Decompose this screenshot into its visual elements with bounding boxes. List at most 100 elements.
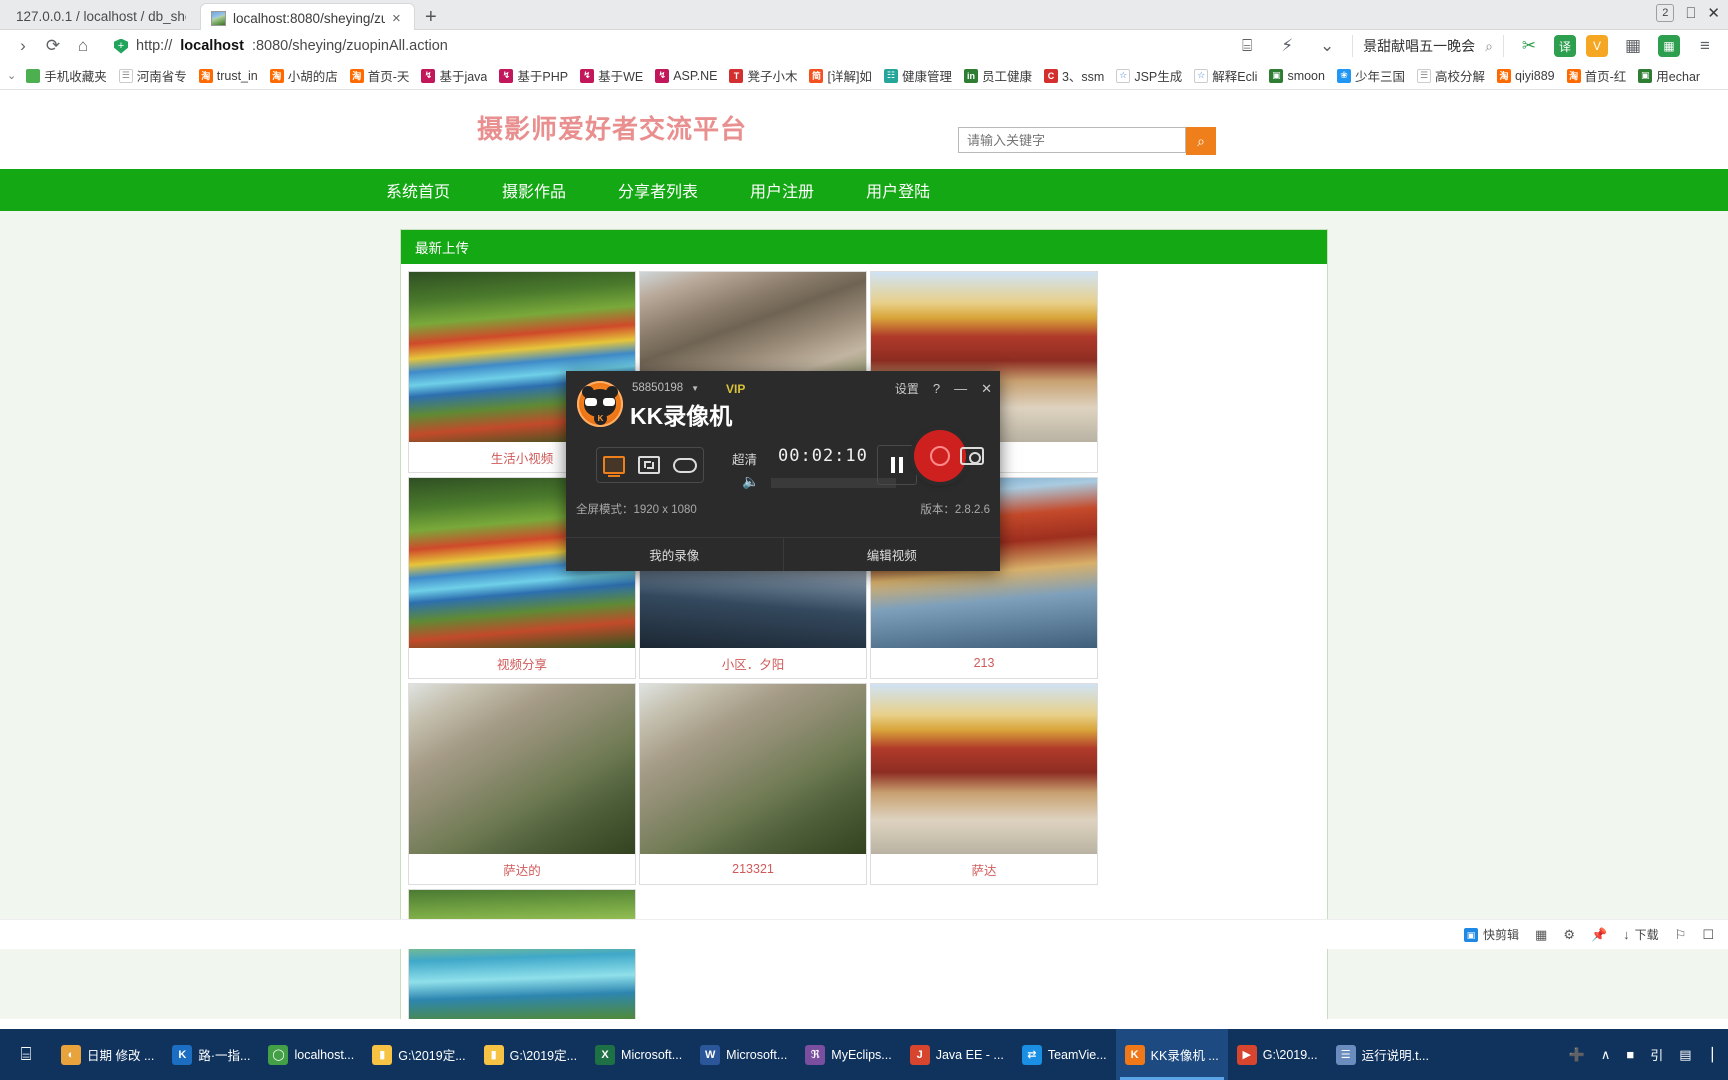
bookmark-item[interactable]: ▣ smoon xyxy=(1264,67,1330,85)
tray-ime-icon[interactable]: 引 xyxy=(1650,1045,1663,1064)
bookmark-item[interactable]: in 员工健康 xyxy=(959,64,1037,87)
bookmark-item[interactable]: ☰ 高校分解 xyxy=(1412,64,1490,87)
grid-icon[interactable]: ▦ xyxy=(1535,927,1547,943)
search-input[interactable] xyxy=(958,127,1186,153)
close-icon[interactable]: ✕ xyxy=(981,381,992,397)
settings-button[interactable]: 设置 xyxy=(895,380,919,397)
account-selector[interactable]: 58850198 ▼ xyxy=(632,382,699,394)
taskbar-item-active[interactable]: K KK录像机 ... xyxy=(1115,1029,1228,1080)
work-thumbnail[interactable] xyxy=(871,684,1097,854)
work-card[interactable]: 测试的 xyxy=(408,889,636,1019)
nav-item-works[interactable]: 摄影作品 xyxy=(476,178,592,202)
tray-expand-icon[interactable]: ➕ xyxy=(1569,1047,1585,1063)
tray-network-icon[interactable]: ▤ xyxy=(1679,1047,1691,1063)
nav-item-sharers[interactable]: 分享者列表 xyxy=(592,178,724,202)
game-record-icon[interactable] xyxy=(672,457,697,473)
help-icon[interactable]: ? xyxy=(933,381,940,396)
nav-item-home[interactable]: 系统首页 xyxy=(360,178,476,202)
vip-badge[interactable]: VIP xyxy=(726,382,745,396)
screen-record-icon[interactable] xyxy=(603,456,626,477)
bookmark-item[interactable]: ↯ 基于java xyxy=(416,64,492,87)
kk-recorder-window[interactable]: K 58850198 ▼ VIP KK录像机 设置 ? — ✕ 超清 00:02… xyxy=(566,371,1000,571)
chevron-down-icon[interactable]: ⌄ xyxy=(1312,31,1342,61)
flash-icon[interactable]: ⚡ xyxy=(1272,31,1302,61)
bookmark-item[interactable]: T 凳子小木 xyxy=(724,64,802,87)
taskbar-item[interactable]: ◐ 日期 修改 ... xyxy=(52,1029,163,1080)
window-count-badge[interactable]: 2 xyxy=(1656,4,1675,22)
my-recordings-button[interactable]: 我的录像 xyxy=(566,537,784,571)
bookmark-item[interactable]: 淘首页-红 xyxy=(1562,64,1632,87)
work-card[interactable]: 213321 xyxy=(639,683,867,885)
taskbar-item[interactable]: ▮ G:\2019定... xyxy=(363,1029,474,1080)
volume-icon[interactable]: 🔈 xyxy=(742,473,759,490)
work-thumbnail[interactable] xyxy=(409,684,635,854)
bookmark-item[interactable]: ↯ ASP.NE xyxy=(650,67,722,85)
bookmark-item[interactable]: C 3、ssm xyxy=(1039,64,1109,87)
nav-item-login[interactable]: 用户登陆 xyxy=(840,178,956,202)
clipboard-tool[interactable]: ▣ 快剪辑 xyxy=(1464,926,1519,943)
taskbar-item[interactable]: ⇄ TeamVie... xyxy=(1013,1029,1116,1080)
restore-window-icon[interactable]: ⎕ xyxy=(1686,5,1695,22)
taskbar-item[interactable]: ☰ 运行说明.t... xyxy=(1327,1029,1438,1080)
pause-button[interactable] xyxy=(877,445,917,485)
close-window-icon[interactable]: ✕ xyxy=(1707,4,1720,22)
tray-settings-icon[interactable]: ⎟ xyxy=(1708,1047,1715,1063)
work-caption[interactable]: 213 xyxy=(871,648,1097,678)
address-bar[interactable]: http:// localhost:8080/sheying/zuopinAll.… xyxy=(104,33,1221,59)
taskbar-item[interactable]: ▮ G:\2019定... xyxy=(475,1029,586,1080)
translate-icon[interactable]: 译 xyxy=(1554,35,1576,57)
bookmark-item[interactable]: ☆ 解释Ecli xyxy=(1189,64,1262,87)
gear-icon[interactable]: ⚙ xyxy=(1563,927,1575,943)
bookmark-item[interactable]: 淘 trust_in xyxy=(194,67,263,85)
home-icon[interactable]: ⌂ xyxy=(68,31,98,61)
search-icon[interactable]: ⌕ xyxy=(1485,38,1493,55)
scissors-icon[interactable]: ✂ xyxy=(1514,31,1544,61)
bookmark-item[interactable]: ↯ 基于PHP xyxy=(494,64,573,87)
download-tool[interactable]: ↓ 下载 xyxy=(1623,926,1659,943)
forward-icon[interactable]: › xyxy=(8,31,38,61)
quality-label[interactable]: 超清 xyxy=(732,449,757,468)
work-caption[interactable]: 萨达 xyxy=(871,854,1097,884)
bookmark-item[interactable]: 手机收藏夹 xyxy=(21,64,112,87)
edit-video-button[interactable]: 编辑视频 xyxy=(783,537,1000,571)
start-button[interactable]: ⌸ xyxy=(0,1029,52,1080)
browser-tab-inactive[interactable]: 127.0.0.1 / localhost / db_shey xyxy=(6,2,196,30)
tray-chevron-icon[interactable]: ∧ xyxy=(1601,1047,1611,1063)
bookmark-item[interactable]: ☷ 健康管理 xyxy=(879,64,957,87)
apps-icon[interactable]: ▦ xyxy=(1658,35,1680,57)
taskbar-item[interactable]: ◯ localhost... xyxy=(259,1029,363,1080)
puzzle-icon[interactable]: ▦ xyxy=(1618,31,1648,61)
region-record-icon[interactable] xyxy=(637,456,660,474)
work-caption[interactable]: 视频分享 xyxy=(409,648,635,678)
taskbar-item[interactable]: J Java EE - ... xyxy=(901,1029,1013,1080)
reload-icon[interactable]: ⟳ xyxy=(38,31,68,61)
bookmark-item[interactable]: 淘首页-天 xyxy=(345,64,415,87)
bookmark-item[interactable]: 淘 qiyi889 xyxy=(1492,67,1560,85)
work-card[interactable]: 萨达的 xyxy=(408,683,636,885)
minimize-icon[interactable]: — xyxy=(954,381,967,396)
bookmark-item[interactable]: ☆ JSP生成 xyxy=(1111,64,1187,87)
browser-search-box[interactable]: 景甜献唱五一晚会 ⌕ xyxy=(1352,35,1504,57)
grid-icon[interactable]: ⌸ xyxy=(1232,31,1262,61)
work-caption[interactable]: 萨达的 xyxy=(409,854,635,884)
taskbar-item[interactable]: K 路·一指... xyxy=(163,1029,259,1080)
screenshot-camera-icon[interactable] xyxy=(960,447,984,465)
shield-icon[interactable]: V xyxy=(1586,35,1608,57)
record-stop-button[interactable] xyxy=(914,430,966,482)
search-button[interactable]: ⌕ xyxy=(1186,127,1216,155)
taskbar-item[interactable]: X Microsoft... xyxy=(586,1029,691,1080)
window-icon[interactable]: ☐ xyxy=(1702,927,1714,943)
nav-item-register[interactable]: 用户注册 xyxy=(724,178,840,202)
new-tab-button[interactable]: + xyxy=(425,6,437,29)
bookmark-item[interactable]: ❀ 少年三国 xyxy=(1332,64,1410,87)
flag-icon[interactable]: ⚐ xyxy=(1675,927,1687,943)
work-caption[interactable]: 213321 xyxy=(640,854,866,884)
taskbar-item[interactable]: ▶ G:\2019... xyxy=(1228,1029,1327,1080)
bookmark-item[interactable]: ☰ 河南省专 xyxy=(114,64,192,87)
tray-app-icon[interactable]: ■ xyxy=(1626,1047,1634,1062)
taskbar-item[interactable]: ℜ MyEclips... xyxy=(796,1029,900,1080)
work-thumbnail[interactable] xyxy=(409,890,635,1019)
menu-icon[interactable]: ≡ xyxy=(1690,31,1720,61)
pin-icon[interactable]: 📌 xyxy=(1591,927,1607,943)
browser-tab-active[interactable]: localhost:8080/sheying/zuopin × xyxy=(200,3,415,32)
